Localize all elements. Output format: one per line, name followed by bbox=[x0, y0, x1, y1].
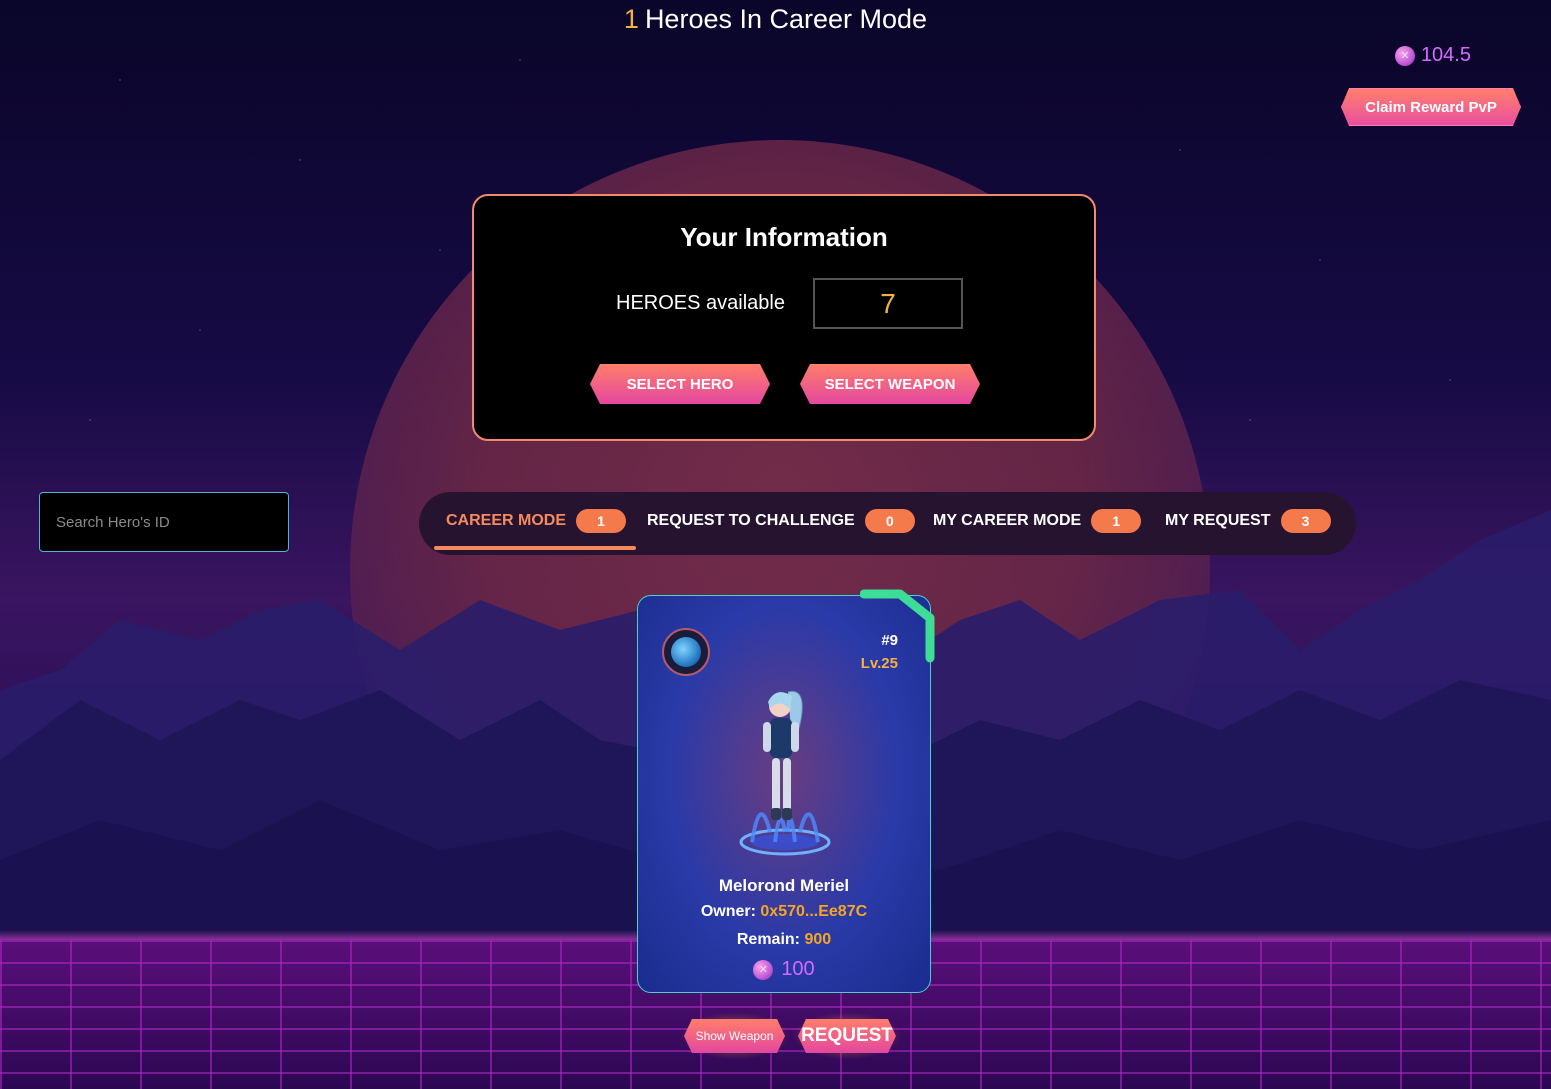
wallet-balance: 104.5 bbox=[1394, 44, 1471, 67]
balance-value: 104.5 bbox=[1420, 44, 1471, 66]
page-title: 1 Heroes In Career Mode bbox=[0, 4, 1551, 35]
heroes-available-value: 7 bbox=[813, 278, 963, 329]
show-weapon-button[interactable]: Show Weapon bbox=[684, 1019, 785, 1053]
hero-remain: Remain: 900 bbox=[638, 931, 930, 949]
tab-label: CAREER MODE bbox=[446, 512, 567, 529]
hero-name: Melorond Meriel bbox=[718, 876, 850, 895]
hero-level: Lv.25 bbox=[860, 655, 898, 672]
tab-my-request[interactable]: MY REQUEST 3 bbox=[1165, 492, 1331, 550]
your-information-panel: Your Information HEROES available 7 SELE… bbox=[472, 194, 1096, 441]
tab-career-mode[interactable]: CAREER MODE 1 bbox=[433, 492, 637, 550]
remain-label: Remain: bbox=[736, 931, 800, 948]
owner-label: Owner: bbox=[700, 903, 756, 920]
token-icon bbox=[753, 959, 774, 980]
hero-card[interactable]: #9 Lv.25 Melorond Meriel Owner: 0x570...… bbox=[637, 589, 935, 993]
search-hero-input[interactable] bbox=[39, 492, 289, 552]
panel-title: Your Information bbox=[680, 222, 888, 252]
page-title-text: Heroes In Career Mode bbox=[644, 4, 928, 34]
hero-price: 100 bbox=[638, 958, 930, 981]
tab-count-badge: 1 bbox=[1091, 509, 1142, 533]
hero-count: 1 bbox=[623, 4, 639, 34]
hero-owner: Owner: 0x570...Ee87C bbox=[638, 903, 930, 921]
tab-request-to-challenge[interactable]: REQUEST TO CHALLENGE 0 bbox=[647, 492, 915, 550]
tab-my-career-mode[interactable]: MY CAREER MODE 1 bbox=[933, 492, 1142, 550]
water-element-icon bbox=[662, 628, 710, 676]
price-value: 100 bbox=[781, 958, 815, 980]
select-hero-button[interactable]: SELECT HERO bbox=[590, 364, 770, 404]
card-corner-accent bbox=[860, 589, 935, 663]
tab-label: MY REQUEST bbox=[1165, 512, 1271, 529]
tab-count-badge: 3 bbox=[1280, 509, 1331, 533]
hero-id: #9 bbox=[881, 632, 898, 649]
hero-character-image bbox=[739, 690, 831, 856]
request-button[interactable]: REQUEST bbox=[798, 1019, 896, 1053]
mode-tabs: CAREER MODE 1 REQUEST TO CHALLENGE 0 MY … bbox=[419, 492, 1356, 555]
tab-label: MY CAREER MODE bbox=[933, 512, 1082, 529]
owner-address: 0x570...Ee87C bbox=[760, 903, 868, 920]
tab-count-badge: 1 bbox=[576, 509, 627, 533]
tab-count-badge: 0 bbox=[864, 509, 915, 533]
token-icon bbox=[1394, 45, 1415, 66]
remain-value: 900 bbox=[804, 931, 832, 948]
claim-reward-button[interactable]: Claim Reward PvP bbox=[1341, 88, 1521, 126]
tab-label: REQUEST TO CHALLENGE bbox=[647, 512, 855, 529]
select-weapon-button[interactable]: SELECT WEAPON bbox=[800, 364, 980, 404]
heroes-available-label: HEROES available bbox=[616, 292, 785, 314]
